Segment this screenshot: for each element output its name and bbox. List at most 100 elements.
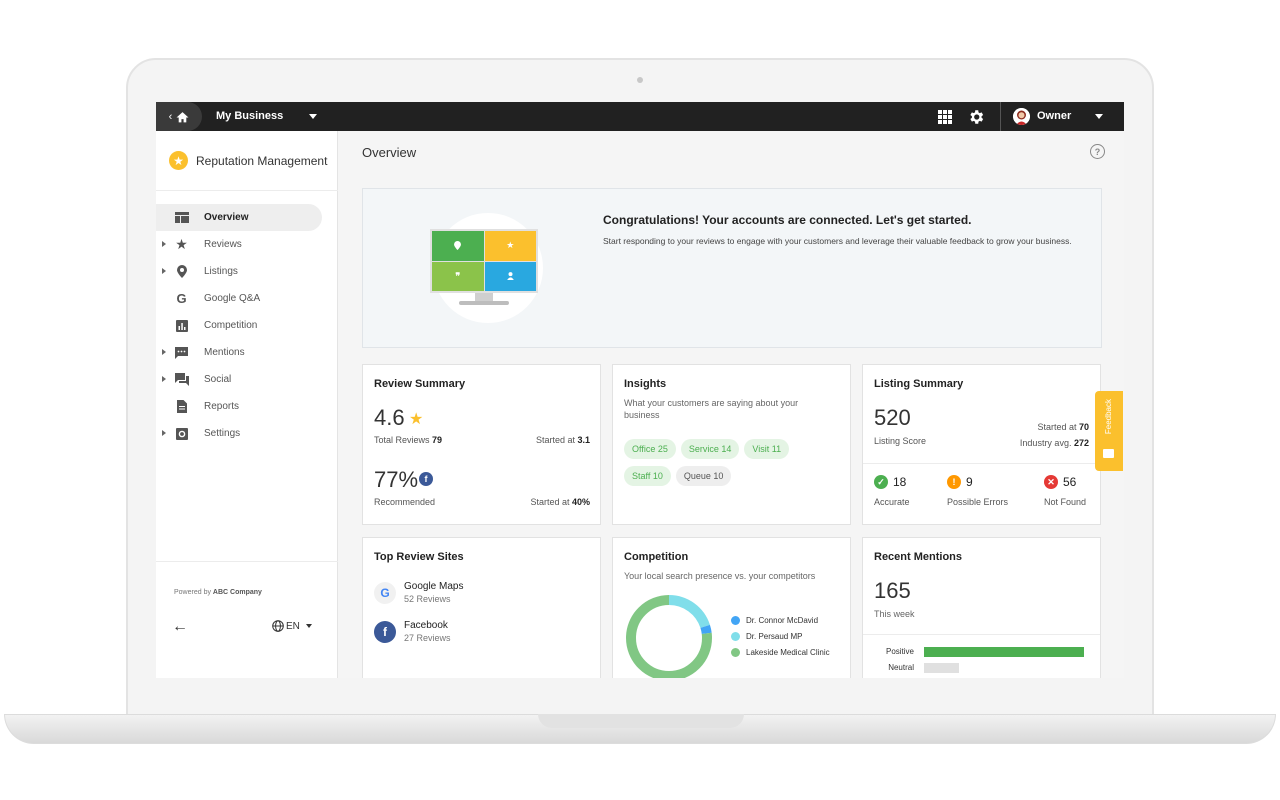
chevron-down-icon xyxy=(305,624,312,628)
apps-grid-icon[interactable] xyxy=(938,110,952,124)
sidebar-item-label: Social xyxy=(204,374,232,385)
user-menu[interactable]: Owner xyxy=(1000,102,1124,131)
monitor-tile: ❞ xyxy=(432,261,484,291)
back-arrow-icon[interactable]: ← xyxy=(172,618,188,636)
expand-arrow-icon[interactable] xyxy=(162,376,166,382)
competition-subtitle: Your local search presence vs. your comp… xyxy=(624,571,816,581)
forum-icon xyxy=(174,372,189,387)
started-label: Started at xyxy=(530,497,570,507)
avatar xyxy=(1013,108,1030,125)
insights-card[interactable]: Insights What your customers are saying … xyxy=(612,364,851,525)
facebook-icon: f xyxy=(374,620,396,643)
insight-chip[interactable]: Queue 10 xyxy=(675,466,732,486)
legend-label: Dr. Connor McDavid xyxy=(746,615,819,625)
expand-arrow-icon[interactable] xyxy=(162,241,166,247)
listing-started: Started at 70 xyxy=(1020,419,1089,435)
dashboard-icon xyxy=(174,210,189,225)
mentions-period: This week xyxy=(874,609,915,619)
total-reviews-value: 79 xyxy=(432,435,443,445)
industry-value: 272 xyxy=(1073,438,1089,448)
sidebar-item-reports[interactable]: Reports xyxy=(156,393,338,420)
sidebar-item-social[interactable]: Social xyxy=(156,366,338,393)
errors-label: Possible Errors xyxy=(947,497,1009,507)
language-selector[interactable]: EN xyxy=(272,620,312,632)
errors-count: 9 xyxy=(966,475,973,489)
review-site-facebook[interactable]: f Facebook 27 Reviews xyxy=(374,620,451,643)
possible-errors-stat[interactable]: ! 9 Possible Errors xyxy=(947,475,1008,507)
home-button[interactable]: ‹ xyxy=(156,102,202,131)
review-site-google[interactable]: G Google Maps 52 Reviews xyxy=(374,581,463,604)
laptop-notch xyxy=(538,714,744,728)
listing-score: 520 xyxy=(874,405,911,430)
recommended-row: Recommended Started at 40% xyxy=(374,497,590,507)
chevron-down-icon[interactable] xyxy=(1095,114,1103,119)
feedback-icon xyxy=(1103,449,1114,458)
top-review-sites-card[interactable]: Top Review Sites G Google Maps 52 Review… xyxy=(362,537,601,678)
document-icon xyxy=(174,399,189,414)
mentions-count: 165 xyxy=(874,578,911,603)
total-reviews-row: Total Reviews 79 Started at 3.1 xyxy=(374,435,590,445)
sidebar-item-mentions[interactable]: Mentions xyxy=(156,339,338,366)
expand-arrow-icon[interactable] xyxy=(162,430,166,436)
sidebar-item-reviews[interactable]: ★ Reviews xyxy=(156,231,338,258)
insight-chip[interactable]: Staff 10 xyxy=(624,466,671,486)
monitor-tile xyxy=(432,231,484,261)
expand-arrow-icon[interactable] xyxy=(162,268,166,274)
bar-chart-icon xyxy=(174,318,189,333)
star-icon: ★ xyxy=(409,411,424,428)
legend-item: Dr. Connor McDavid xyxy=(731,612,830,628)
business-selector[interactable]: My Business xyxy=(216,110,283,122)
accurate-label: Accurate xyxy=(874,497,910,507)
competition-donut-chart xyxy=(626,595,712,678)
main-content: Overview ? ★ ❞ Congratulations! Your acc… xyxy=(338,131,1124,678)
listing-summary-card[interactable]: Listing Summary 520 Listing Score Starte… xyxy=(862,364,1101,525)
check-icon: ✓ xyxy=(874,475,888,489)
total-reviews-label: Total Reviews xyxy=(374,435,430,445)
monitor-base xyxy=(459,301,509,305)
card-title: Competition xyxy=(624,551,689,563)
camera xyxy=(637,77,643,83)
sidebar-item-label: Mentions xyxy=(204,347,245,358)
accurate-stat[interactable]: ✓ 18 Accurate xyxy=(874,475,910,507)
sidebar-item-overview[interactable]: Overview xyxy=(156,204,322,231)
brand: ★ Reputation Management xyxy=(156,131,338,191)
insight-chip[interactable]: Office 25 xyxy=(624,439,676,459)
error-icon: ✕ xyxy=(1044,475,1058,489)
legend-label: Dr. Persaud MP xyxy=(746,631,803,641)
sidebar-item-competition[interactable]: Competition xyxy=(156,312,338,339)
welcome-title: Congratulations! Your accounts are conne… xyxy=(603,213,972,227)
not-found-stat[interactable]: ✕ 56 Not Found xyxy=(1044,475,1086,507)
sidebar-item-label: Reports xyxy=(204,401,240,412)
monitor-illustration: ★ ❞ xyxy=(430,229,538,293)
not-found-count: 56 xyxy=(1063,475,1077,489)
site-review-count: 27 Reviews xyxy=(404,633,451,643)
chat-bubble-icon xyxy=(174,345,189,360)
started-value: 70 xyxy=(1078,422,1089,432)
feedback-tab[interactable]: Feedback xyxy=(1095,391,1123,471)
chevron-down-icon[interactable] xyxy=(309,114,317,119)
expand-arrow-icon[interactable] xyxy=(162,349,166,355)
recent-mentions-card[interactable]: Recent Mentions 165 This week Positive N… xyxy=(862,537,1101,678)
started-label: Started at xyxy=(535,435,575,445)
google-icon: G xyxy=(176,291,187,306)
competition-card[interactable]: Competition Your local search presence v… xyxy=(612,537,851,678)
card-title: Insights xyxy=(624,378,667,390)
not-found-label: Not Found xyxy=(1044,497,1087,507)
listing-score-label: Listing Score xyxy=(874,436,927,446)
gear-icon[interactable] xyxy=(967,108,985,126)
sidebar-item-settings[interactable]: Settings xyxy=(156,420,338,447)
welcome-banner: ★ ❞ Congratulations! Your accounts are c… xyxy=(362,188,1102,348)
insight-chip[interactable]: Visit 11 xyxy=(744,439,790,459)
divider xyxy=(863,463,1100,464)
page-title: Overview xyxy=(362,145,417,160)
help-icon[interactable]: ? xyxy=(1090,144,1105,159)
legend-swatch xyxy=(731,615,740,625)
review-summary-card[interactable]: Review Summary 4.6 ★ Total Reviews 79 St… xyxy=(362,364,601,525)
sidebar-item-listings[interactable]: Listings xyxy=(156,258,338,285)
insight-chip[interactable]: Service 14 xyxy=(680,439,740,459)
site-name: Facebook xyxy=(404,620,448,631)
card-title: Top Review Sites xyxy=(374,551,464,563)
home-icon xyxy=(176,111,189,122)
sidebar-item-google-qa[interactable]: G Google Q&A xyxy=(156,285,338,312)
settings-icon xyxy=(174,426,189,441)
